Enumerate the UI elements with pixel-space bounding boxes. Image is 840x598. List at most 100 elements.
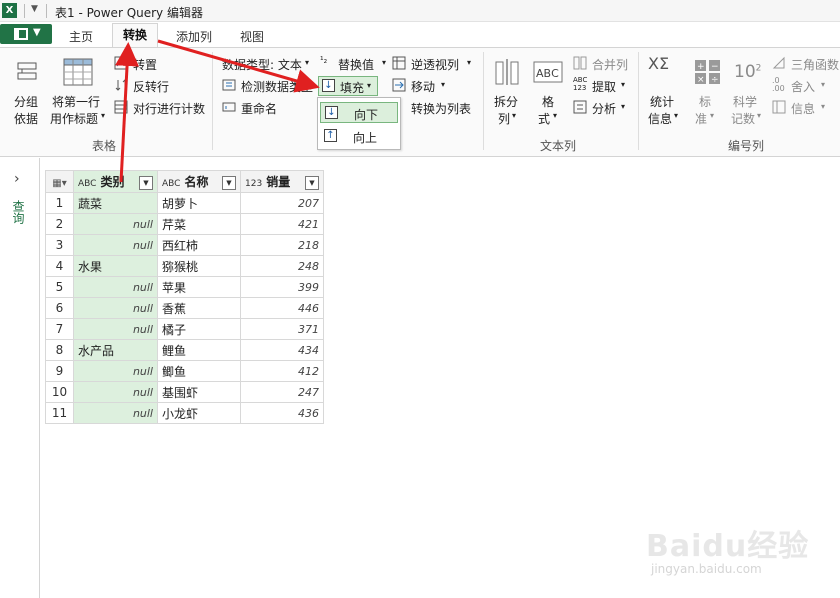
standard-button[interactable]: + − × ÷ xyxy=(693,58,723,89)
cell-category[interactable]: null xyxy=(73,360,158,382)
cell-category[interactable]: 水果 xyxy=(73,255,158,277)
fill-up-menu-item[interactable]: ↑ 向上 xyxy=(320,126,398,147)
merge-columns-button[interactable]: 合并列 xyxy=(573,56,628,73)
row-number[interactable]: 4 xyxy=(45,255,74,277)
table-row[interactable]: 1 蔬菜 胡萝卜 207 xyxy=(45,192,324,214)
cell-sales[interactable]: 436 xyxy=(240,402,324,424)
rename-button[interactable]: 重命名 xyxy=(222,100,277,117)
statistics-button[interactable]: XΣ xyxy=(648,56,669,72)
row-number[interactable]: 5 xyxy=(45,276,74,298)
detect-type-button[interactable]: 检测数据类型 xyxy=(222,78,313,95)
cell-sales[interactable]: 207 xyxy=(240,192,324,214)
transpose-button[interactable]: 转置 xyxy=(114,56,157,73)
first-row-header-button[interactable] xyxy=(63,58,93,89)
cell-category[interactable]: 水产品 xyxy=(73,339,158,361)
row-number[interactable]: 7 xyxy=(45,318,74,340)
table-header-row: ▦▾ ABC 类别 ▼ ABC 名称 ▼ 123 销量 ▼ xyxy=(45,170,324,193)
tab-add-column[interactable]: 添加列 xyxy=(168,26,220,46)
cell-name[interactable]: 橘子 xyxy=(157,318,241,340)
cell-sales[interactable]: 399 xyxy=(240,276,324,298)
cell-sales[interactable]: 248 xyxy=(240,255,324,277)
filter-dropdown-icon[interactable]: ▼ xyxy=(222,176,236,190)
column-header-sales[interactable]: 123 销量 ▼ xyxy=(240,170,324,193)
queries-pane-label[interactable]: 查询 xyxy=(10,200,27,224)
group-by-button[interactable] xyxy=(12,60,42,91)
trig-button[interactable]: 三角函数 xyxy=(772,56,839,73)
cell-sales[interactable]: 446 xyxy=(240,297,324,319)
cell-sales[interactable]: 371 xyxy=(240,318,324,340)
text-type-icon[interactable]: ABC xyxy=(78,179,96,189)
move-button[interactable]: 移动 ▾ xyxy=(392,78,445,95)
tab-view[interactable]: 视图 xyxy=(230,26,274,46)
table-row[interactable]: 11 null 小龙虾 436 xyxy=(45,402,324,424)
fill-button[interactable]: ↓ 填充 ▾ xyxy=(318,76,378,96)
cell-category[interactable]: null xyxy=(73,402,158,424)
cell-name[interactable]: 西红柿 xyxy=(157,234,241,256)
filter-dropdown-icon[interactable]: ▼ xyxy=(305,176,319,190)
cell-name[interactable]: 香蕉 xyxy=(157,297,241,319)
cell-name[interactable]: 基围虾 xyxy=(157,381,241,403)
row-number[interactable]: 1 xyxy=(45,192,74,214)
column-header-name[interactable]: ABC 名称 ▼ xyxy=(157,170,241,193)
row-number[interactable]: 11 xyxy=(45,402,74,424)
table-row[interactable]: 6 null 香蕉 446 xyxy=(45,297,324,319)
parse-button[interactable]: 分析 ▾ xyxy=(573,100,625,117)
cell-name[interactable]: 鲫鱼 xyxy=(157,360,241,382)
row-number[interactable]: 6 xyxy=(45,297,74,319)
tab-home[interactable]: 主页 xyxy=(60,26,102,46)
reverse-rows-button[interactable]: 反转行 xyxy=(114,78,169,95)
cell-sales[interactable]: 434 xyxy=(240,339,324,361)
tab-transform[interactable]: 转换 xyxy=(112,23,158,48)
cell-name[interactable]: 猕猴桃 xyxy=(157,255,241,277)
row-number[interactable]: 3 xyxy=(45,234,74,256)
move-label: 移动 xyxy=(411,80,436,94)
fill-down-menu-item[interactable]: ↓ 向下 xyxy=(320,102,398,123)
row-number[interactable]: 2 xyxy=(45,213,74,235)
cell-name[interactable]: 芹菜 xyxy=(157,213,241,235)
baidu-watermark-logo: Baidu经验 xyxy=(646,529,810,564)
cell-category[interactable]: null xyxy=(73,234,158,256)
expand-pane-icon[interactable]: › xyxy=(14,171,20,187)
cell-name[interactable]: 鲤鱼 xyxy=(157,339,241,361)
cell-category[interactable]: null xyxy=(73,213,158,235)
count-rows-button[interactable]: 对行进行计数 xyxy=(114,100,205,117)
cell-name[interactable]: 胡萝卜 xyxy=(157,192,241,214)
cell-category[interactable]: null xyxy=(73,276,158,298)
table-row[interactable]: 7 null 橘子 371 xyxy=(45,318,324,340)
cell-sales[interactable]: 421 xyxy=(240,213,324,235)
table-row[interactable]: 9 null 鲫鱼 412 xyxy=(45,360,324,382)
extract-label: 提取 xyxy=(592,80,617,94)
cell-category[interactable]: null xyxy=(73,381,158,403)
table-row[interactable]: 2 null 芹菜 421 xyxy=(45,213,324,235)
cell-name[interactable]: 苹果 xyxy=(157,276,241,298)
split-column-button[interactable] xyxy=(492,58,522,89)
filter-dropdown-icon[interactable]: ▼ xyxy=(139,176,153,190)
column-header-category[interactable]: ABC 类别 ▼ xyxy=(73,170,158,193)
cell-category[interactable]: null xyxy=(73,318,158,340)
table-row[interactable]: 8 水产品 鲤鱼 434 xyxy=(45,339,324,361)
table-row[interactable]: 4 水果 猕猴桃 248 xyxy=(45,255,324,277)
data-type-dropdown[interactable]: 数据类型: 文本 xyxy=(222,56,302,73)
cell-sales[interactable]: 218 xyxy=(240,234,324,256)
number-type-icon[interactable]: 123 xyxy=(245,179,262,189)
cell-category[interactable]: null xyxy=(73,297,158,319)
file-menu-button[interactable]: ▼ xyxy=(0,24,52,44)
quick-access-dropdown-icon[interactable]: ▼ xyxy=(31,4,38,14)
format-button[interactable]: AВC xyxy=(533,58,563,89)
row-number[interactable]: 10 xyxy=(45,381,74,403)
table-group-label: 表格 xyxy=(92,139,117,153)
text-type-icon[interactable]: ABC xyxy=(162,179,180,189)
table-row[interactable]: 3 null 西红柿 218 xyxy=(45,234,324,256)
cell-sales[interactable]: 412 xyxy=(240,360,324,382)
cell-sales[interactable]: 247 xyxy=(240,381,324,403)
table-row[interactable]: 5 null 苹果 399 xyxy=(45,276,324,298)
unpivot-button[interactable]: 逆透视列 ▾ xyxy=(392,56,471,73)
table-row[interactable]: 10 null 基围虾 247 xyxy=(45,381,324,403)
row-number[interactable]: 8 xyxy=(45,339,74,361)
information-button[interactable]: 信息 ▾ xyxy=(772,100,825,117)
scientific-icon[interactable]: 102 xyxy=(734,62,761,82)
cell-name[interactable]: 小龙虾 xyxy=(157,402,241,424)
select-all-corner[interactable]: ▦▾ xyxy=(45,170,74,193)
row-number[interactable]: 9 xyxy=(45,360,74,382)
cell-category[interactable]: 蔬菜 xyxy=(73,192,158,214)
